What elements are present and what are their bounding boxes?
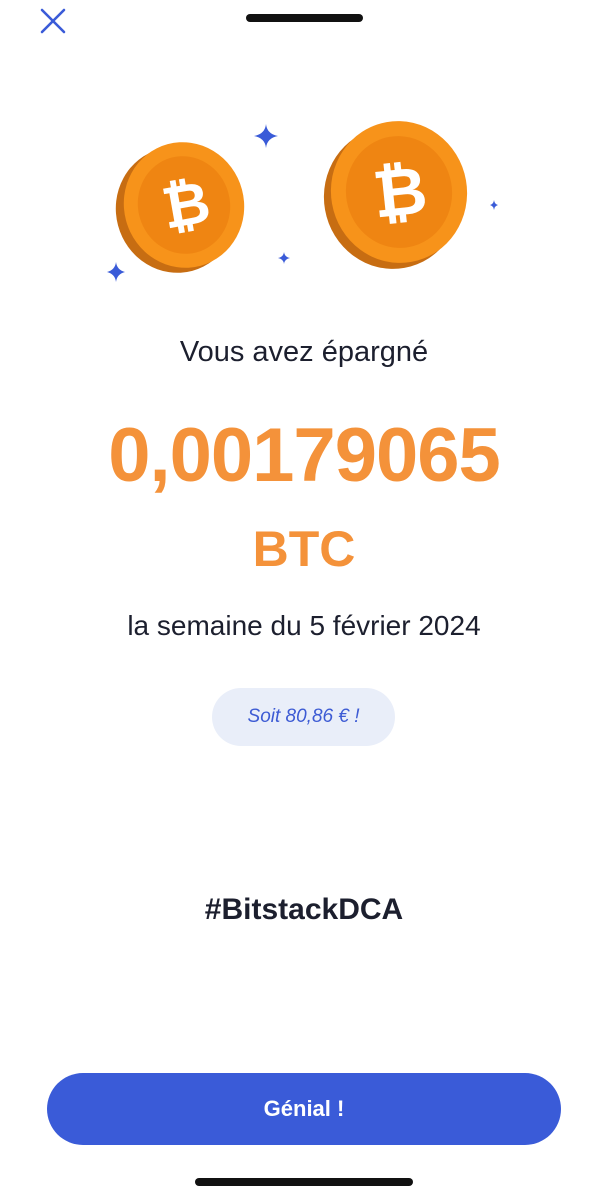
sheet-grabber[interactable] [246, 14, 363, 22]
sparkle-icon [490, 200, 498, 210]
close-button[interactable] [36, 4, 70, 38]
btc-amount: 0,00179065 [108, 413, 501, 498]
genial-button[interactable]: Génial ! [47, 1073, 561, 1145]
bitcoin-illustration: ₿ ₿ [107, 121, 498, 282]
sparkle-icon [107, 262, 125, 282]
home-indicator [195, 1178, 413, 1186]
sparkle-icon [254, 124, 278, 148]
currency-label: BTC [252, 521, 356, 577]
fiat-equivalent-text: Soit 80,86 € ! [247, 706, 360, 727]
bitcoin-coin-icon: ₿ [115, 142, 245, 273]
svg-text:₿: ₿ [369, 152, 430, 231]
fiat-equivalent-badge: Soit 80,86 € ! [212, 688, 395, 746]
period-label: la semaine du 5 février 2024 [127, 610, 481, 641]
hashtag-label: #BitstackDCA [204, 893, 404, 926]
sparkle-icon [278, 252, 290, 264]
close-icon [40, 8, 66, 34]
saved-headline: Vous avez épargné [179, 336, 429, 368]
bitcoin-coin-icon: ₿ [323, 121, 468, 269]
